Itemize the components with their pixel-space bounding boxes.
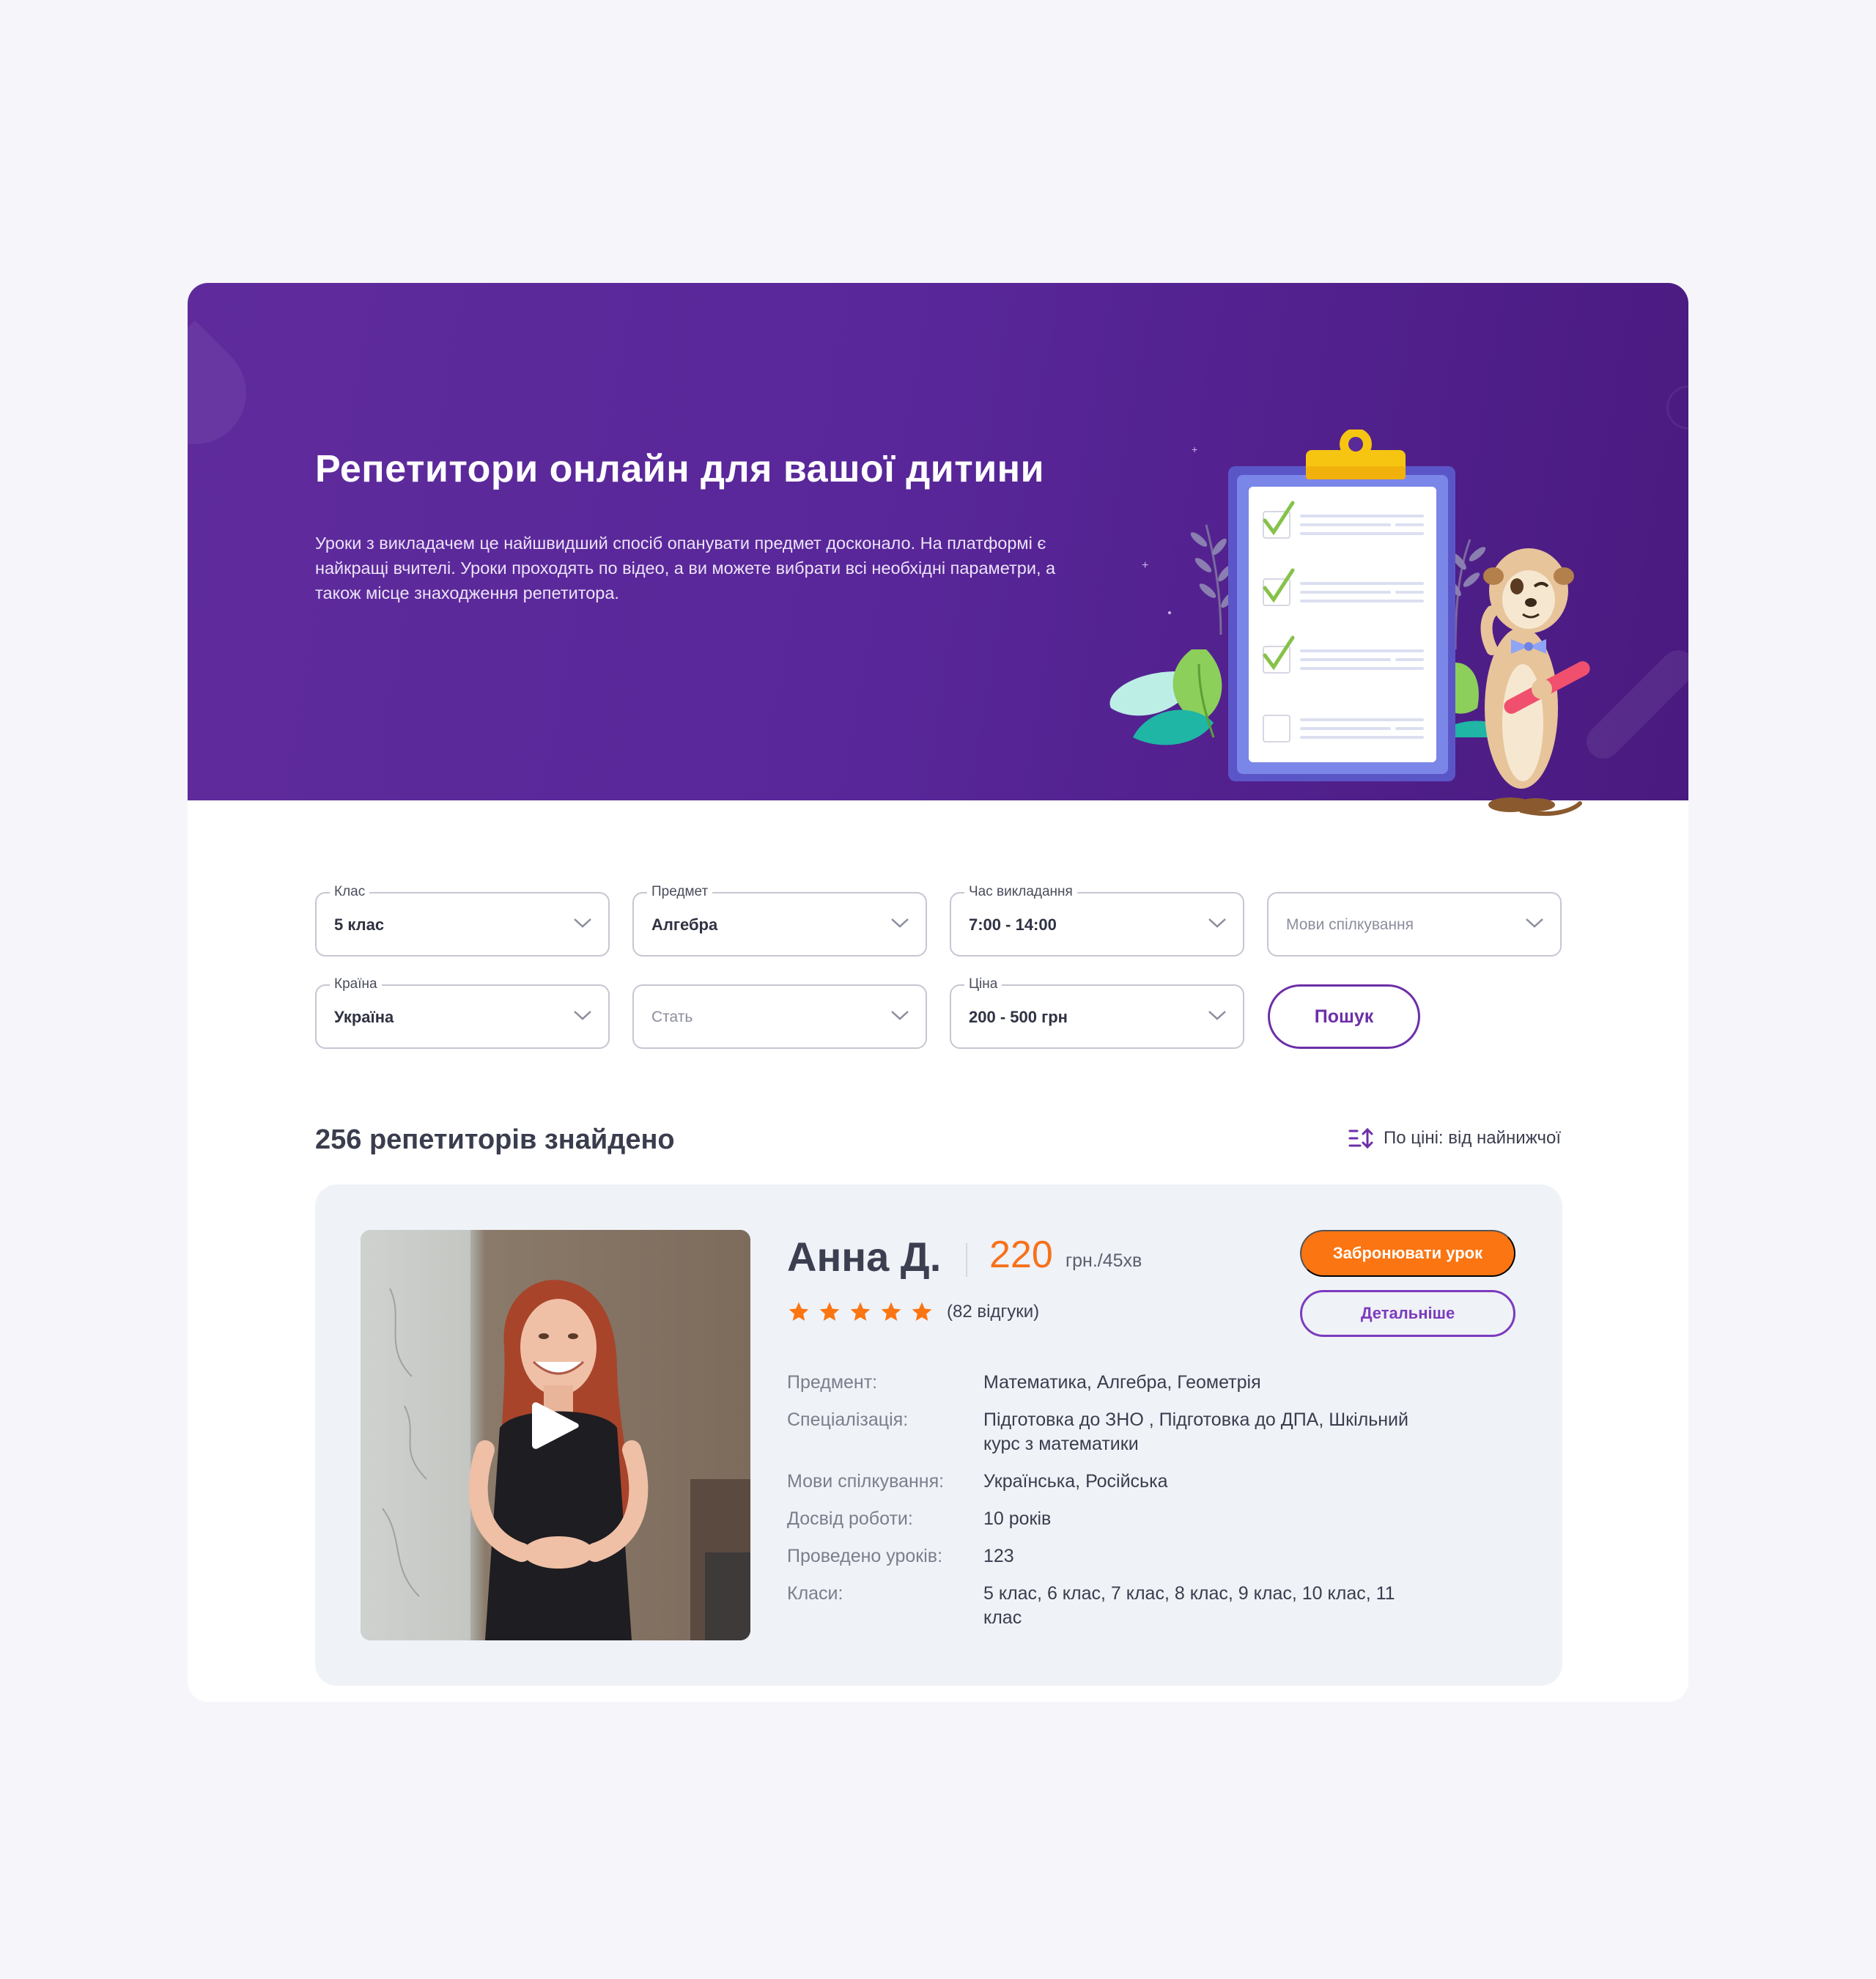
info-row: Спеціалізація: Підготовка до ЗНО , Підго… — [787, 1408, 1520, 1456]
info-row: Класи: 5 клас, 6 клас, 7 клас, 8 клас, 9… — [787, 1582, 1520, 1630]
chevron-down-icon — [1208, 1011, 1226, 1020]
hero-description: Уроки з викладачем це найшвидший спосіб … — [315, 534, 1056, 602]
info-key: Спеціалізація: — [787, 1409, 909, 1430]
country-select-value: Україна — [334, 1008, 394, 1026]
tutor-card: Анна Д. 220 грн./45хв (82 відгуки) Забро… — [315, 1184, 1562, 1686]
info-key: Предмент: — [787, 1372, 878, 1393]
chevron-down-icon — [1526, 918, 1543, 928]
info-key: Класи: — [787, 1583, 843, 1604]
tutor-video-preview[interactable] — [361, 1230, 750, 1640]
svg-text:+: + — [1142, 559, 1148, 572]
gender-select-placeholder: Стать — [651, 1009, 693, 1025]
search-button[interactable]: Пошук — [1268, 984, 1420, 1049]
subject-select[interactable]: Предмет Алгебра — [632, 884, 927, 957]
country-select-label: Країна — [330, 976, 382, 992]
tutor-info: Предмент: Математика, Алгебра, Геометрія… — [787, 1371, 1520, 1643]
grade-select-label: Клас — [330, 884, 370, 900]
info-key: Проведено уроків: — [787, 1546, 943, 1566]
info-row: Проведено уроків: 123 — [787, 1544, 1520, 1569]
country-select[interactable]: Країна Україна — [315, 976, 610, 1049]
info-row: Предмент: Математика, Алгебра, Геометрія — [787, 1371, 1520, 1395]
price-select-label: Ціна — [964, 976, 1002, 992]
tutor-price: 220 — [989, 1234, 1053, 1276]
info-key: Досвід роботи: — [787, 1508, 913, 1529]
info-value: Математика, Алгебра, Геометрія — [983, 1372, 1261, 1393]
tutor-search-card: Репетитори онлайн для вашої дитини Уроки… — [188, 283, 1688, 1702]
star-icon — [850, 1302, 871, 1321]
info-key: Мови спілкування: — [787, 1471, 945, 1492]
chevron-down-icon — [891, 1011, 909, 1020]
star-icon — [789, 1302, 809, 1321]
grade-select[interactable]: Клас 5 клас — [315, 884, 610, 957]
rating-stars — [787, 1300, 934, 1324]
tutor-name: Анна Д. — [787, 1234, 942, 1280]
hero-decoration — [1666, 386, 1688, 430]
info-value: Підготовка до ЗНО , Підготовка до ДПА, Ш… — [983, 1409, 1408, 1454]
sort-label: По ціні: від найнижчої — [1384, 1128, 1561, 1148]
time-select-value: 7:00 - 14:00 — [969, 915, 1057, 934]
star-icon — [881, 1302, 901, 1321]
svg-text:+: + — [1192, 443, 1197, 455]
tutor-price-unit: грн./45хв — [1066, 1250, 1142, 1271]
checklist-mascot-illustration: + + + + — [1109, 430, 1590, 817]
grade-select-value: 5 клас — [334, 915, 385, 934]
subject-select-value: Алгебра — [651, 915, 718, 934]
reviews-count[interactable]: (82 відгуки) — [947, 1302, 1039, 1322]
info-value: 5 клас, 6 клас, 7 клас, 8 клас, 9 клас, … — [983, 1583, 1395, 1628]
price-select[interactable]: Ціна 200 - 500 грн — [950, 976, 1244, 1049]
play-icon[interactable] — [531, 1398, 582, 1453]
languages-select[interactable]: Мови спілкування — [1267, 892, 1562, 957]
time-select[interactable]: Час викладання 7:00 - 14:00 — [950, 884, 1244, 957]
price-select-value: 200 - 500 грн — [969, 1008, 1068, 1026]
info-value: 123 — [983, 1546, 1014, 1566]
divider — [966, 1243, 967, 1277]
hero-title: Репетитори онлайн для вашої дитини — [315, 448, 1045, 490]
info-row: Мови спілкування: Українська, Російська — [787, 1470, 1520, 1494]
time-select-label: Час викладання — [964, 884, 1077, 900]
chevron-down-icon — [891, 918, 909, 928]
chevron-down-icon — [574, 1011, 591, 1020]
star-icon — [819, 1302, 840, 1321]
results-count: 256 репетиторів знайдено — [315, 1124, 675, 1155]
languages-select-placeholder: Мови спілкування — [1286, 916, 1414, 933]
gender-select[interactable]: Стать — [632, 984, 927, 1049]
hero-decoration — [188, 320, 267, 465]
details-button[interactable]: Детальніше — [1300, 1290, 1515, 1337]
info-row: Досвід роботи: 10 років — [787, 1507, 1520, 1531]
chevron-down-icon — [1208, 918, 1226, 928]
subject-select-label: Предмет — [647, 884, 713, 900]
sort-icon — [1348, 1127, 1373, 1149]
chevron-down-icon — [574, 918, 591, 928]
star-icon — [912, 1302, 932, 1321]
info-value: 10 років — [983, 1508, 1052, 1529]
info-value: Українська, Російська — [983, 1471, 1168, 1492]
sort-control[interactable]: По ціні: від найнижчої — [1348, 1127, 1561, 1149]
book-lesson-button[interactable]: Забронювати урок — [1300, 1230, 1515, 1277]
